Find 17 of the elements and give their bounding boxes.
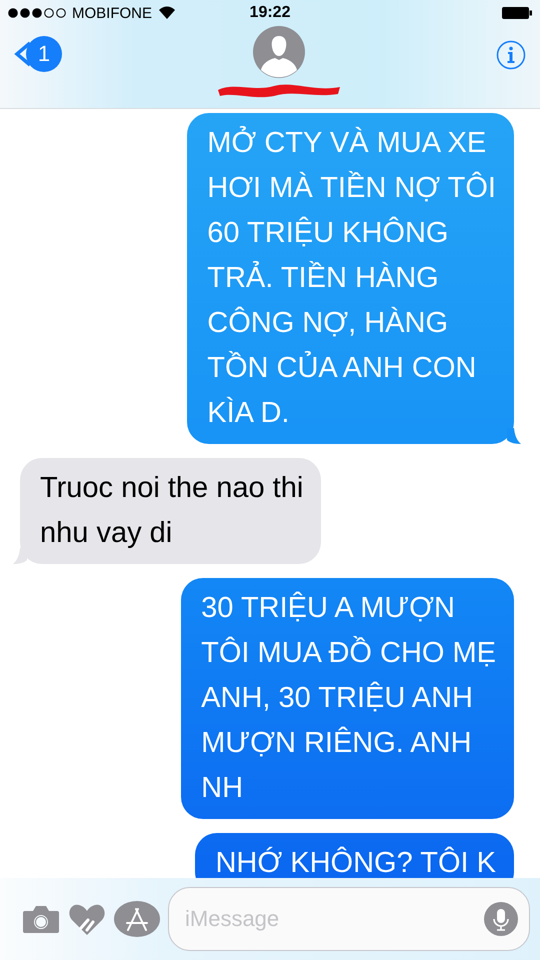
status-time: 19:22 [250,4,290,22]
camera-button[interactable] [22,904,60,934]
app-store-icon [114,901,160,937]
carrier-name: MOBIFONE [72,4,152,22]
avatar-icon[interactable] [253,26,305,78]
app-store-button[interactable] [114,901,160,937]
camera-icon [22,904,60,934]
digital-touch-button[interactable] [68,902,106,936]
microphone-icon[interactable] [484,902,518,936]
battery-icon [502,7,532,19]
signal-icon [8,8,66,18]
heart-icon [68,902,106,936]
info-icon[interactable] [496,40,526,70]
sent-message-bubble: 30 TRIỆU A MƯỢN TÔI MUA ĐỒ CHO MẸ ANH, 30 TRIỆU ANH MƯỢN RIÊNG. ANH NH [181,578,514,819]
sent-message-bubble: NHỚ KHÔNG? TÔI K [195,833,514,878]
chevron-left-icon [14,41,32,67]
wifi-icon [158,6,176,20]
